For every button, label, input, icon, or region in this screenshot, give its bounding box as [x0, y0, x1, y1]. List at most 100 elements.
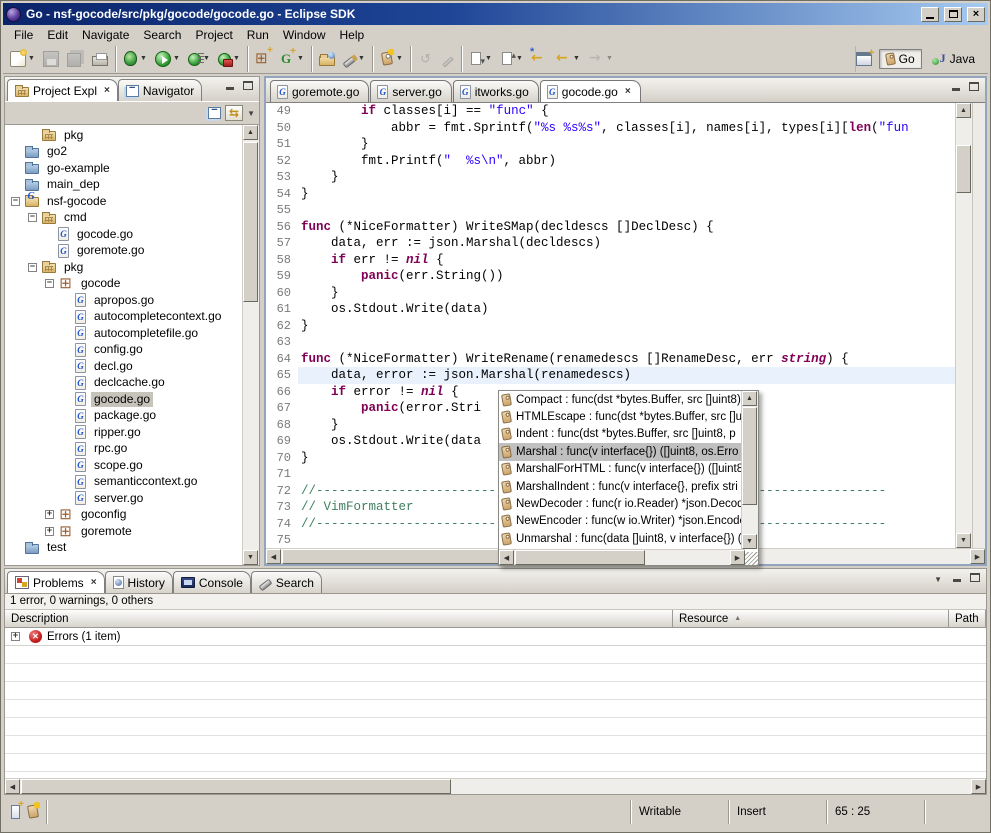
editor-tab-goremote-go[interactable]: goremote.go — [270, 80, 369, 102]
menu-navigate[interactable]: Navigate — [75, 26, 136, 44]
search-button[interactable]: ▼ — [339, 47, 369, 71]
open-resource-button[interactable] — [315, 47, 339, 71]
menu-file[interactable]: File — [7, 26, 40, 44]
tree-item-ripper-go[interactable]: ripper.go — [5, 424, 242, 441]
tree-item-main-dep[interactable]: main_dep — [5, 177, 242, 194]
previous-annotation-dropdown-icon[interactable]: ▼ — [516, 55, 523, 62]
new-go-application-button[interactable]: ▼ — [275, 47, 308, 71]
maximize-view-button[interactable] — [240, 79, 255, 92]
tree-item-go-example[interactable]: go-example — [5, 160, 242, 177]
view-tab-navigator[interactable]: Navigator — [118, 79, 202, 101]
external-tools-dropdown-icon[interactable]: ▼ — [233, 55, 240, 62]
column-description[interactable]: Description — [5, 610, 673, 628]
scroll-up-icon[interactable]: ▲ — [742, 391, 757, 406]
maximize-view-button[interactable] — [967, 571, 982, 584]
tree-item-decl-go[interactable]: decl.go — [5, 358, 242, 375]
expand-toggle[interactable]: + — [11, 632, 20, 641]
close-tab-icon[interactable]: × — [625, 87, 631, 97]
editor-tab-itworks-go[interactable]: itworks.go — [453, 80, 539, 102]
minimize-view-button[interactable] — [949, 571, 964, 584]
run-dropdown-icon[interactable]: ▼ — [173, 55, 180, 62]
scroll-left-icon[interactable]: ◀ — [5, 779, 20, 794]
perspective-go[interactable]: Go — [879, 49, 922, 69]
tree-item-declcache-go[interactable]: declcache.go — [5, 375, 242, 392]
tree-item-goremote-go[interactable]: goremote.go — [5, 243, 242, 260]
collapse-all-icon[interactable] — [208, 107, 221, 119]
menu-help[interactable]: Help — [333, 26, 372, 44]
scroll-left-icon[interactable]: ◀ — [266, 549, 281, 564]
tree-item-gocode-go[interactable]: gocode.go — [5, 226, 242, 243]
menu-project[interactable]: Project — [188, 26, 239, 44]
expand-toggle[interactable]: + — [45, 510, 54, 519]
tree-item-pkg[interactable]: −pkg — [5, 259, 242, 276]
menu-edit[interactable]: Edit — [40, 26, 75, 44]
scroll-down-icon[interactable]: ▼ — [742, 534, 757, 549]
next-annotation-button[interactable]: ▼ — [465, 47, 496, 71]
tree-item-goremote[interactable]: +goremote — [5, 523, 242, 540]
problems-horizontal-scrollbar[interactable]: ◀ ▶ — [5, 778, 986, 794]
scroll-right-icon[interactable]: ▶ — [970, 549, 985, 564]
scroll-down-icon[interactable]: ▼ — [243, 550, 258, 565]
tree-item-config-go[interactable]: config.go — [5, 342, 242, 359]
editor-tab-server-go[interactable]: server.go — [370, 80, 451, 102]
tree-item-gocode[interactable]: −gocode — [5, 276, 242, 293]
completion-item[interactable]: NewDecoder : func(r io.Reader) *json.Dec… — [499, 495, 741, 512]
expand-toggle[interactable]: + — [45, 527, 54, 536]
new-wizard-button[interactable]: ▼ — [6, 47, 39, 71]
last-edit-location-button[interactable] — [527, 47, 551, 71]
external-tools-button[interactable]: ▼ — [214, 47, 244, 71]
maximize-window-button[interactable] — [944, 7, 962, 22]
completion-item[interactable]: MarshalForHTML : func(v interface{}) ([]… — [499, 461, 741, 478]
tree-item-server-go[interactable]: server.go — [5, 490, 242, 507]
tree-item-gocode-go[interactable]: gocode.go — [5, 391, 242, 408]
scroll-right-icon[interactable]: ▶ — [971, 779, 986, 794]
popup-hscroll-thumb[interactable] — [515, 550, 645, 565]
open-task-button[interactable]: ▼ — [376, 47, 407, 71]
new-go-package-button[interactable] — [251, 47, 275, 71]
close-tab-icon[interactable]: × — [91, 578, 97, 588]
tree-item-semanticcontext-go[interactable]: semanticcontext.go — [5, 474, 242, 491]
run-history-dropdown-icon[interactable]: ▼ — [203, 55, 210, 62]
print-button[interactable] — [88, 47, 112, 71]
view-tab-project-expl[interactable]: Project Expl× — [7, 79, 118, 101]
table-row-errors[interactable]: + ✕ Errors (1 item) — [5, 628, 986, 646]
completion-item[interactable]: Marshal : func(v interface{}) ([]uint8, … — [499, 443, 741, 460]
tree-item-rpc-go[interactable]: rpc.go — [5, 441, 242, 458]
completion-item[interactable]: MarshalIndent : func(v interface{}, pref… — [499, 478, 741, 495]
view-menu-icon[interactable]: ▼ — [934, 575, 942, 584]
perspective-java[interactable]: Java — [925, 49, 982, 69]
close-window-button[interactable]: × — [967, 7, 985, 22]
run-history-button[interactable]: ▼ — [184, 47, 214, 71]
scroll-left-icon[interactable]: ◀ — [499, 550, 514, 565]
tree-scroll-thumb[interactable] — [243, 142, 258, 302]
open-perspective-icon[interactable] — [856, 52, 872, 66]
completion-item[interactable]: HTMLEscape : func(dst *bytes.Buffer, src… — [499, 408, 741, 425]
tree-item-apropos-go[interactable]: apropos.go — [5, 292, 242, 309]
popup-vertical-scrollbar[interactable]: ▲ ▼ — [741, 391, 758, 549]
collapse-toggle[interactable]: − — [11, 197, 20, 206]
scroll-down-icon[interactable]: ▼ — [956, 533, 971, 548]
open-task-dropdown-icon[interactable]: ▼ — [396, 55, 403, 62]
completion-item[interactable]: NewEncoder : func(w io.Writer) *json.Enc… — [499, 513, 741, 530]
scroll-up-icon[interactable]: ▲ — [243, 125, 258, 140]
tree-vertical-scrollbar[interactable]: ▲ ▼ — [242, 125, 259, 565]
popup-scroll-thumb[interactable] — [742, 407, 757, 505]
collapse-toggle[interactable]: − — [28, 213, 37, 222]
tree-item-cmd[interactable]: −cmd — [5, 210, 242, 227]
minimize-window-button[interactable] — [921, 7, 939, 22]
menu-window[interactable]: Window — [276, 26, 333, 44]
popup-horizontal-scrollbar[interactable]: ◀ ▶ — [499, 549, 745, 565]
tree-item-package-go[interactable]: package.go — [5, 408, 242, 425]
completion-item[interactable]: Compact : func(dst *bytes.Buffer, src []… — [499, 391, 741, 408]
collapse-toggle[interactable]: − — [45, 279, 54, 288]
scroll-right-icon[interactable]: ▶ — [730, 550, 745, 565]
fast-view-icon[interactable] — [11, 805, 20, 819]
tree-item-autocompletecontext-go[interactable]: autocompletecontext.go — [5, 309, 242, 326]
popup-resize-grip[interactable] — [745, 552, 758, 565]
tree-item-autocompletefile-go[interactable]: autocompletefile.go — [5, 325, 242, 342]
close-tab-icon[interactable]: × — [104, 86, 110, 96]
search-dropdown-icon[interactable]: ▼ — [358, 55, 365, 62]
task-tag-icon[interactable] — [27, 804, 39, 819]
tree-item-test[interactable]: test — [5, 540, 242, 557]
previous-annotation-button[interactable]: ▼ — [496, 47, 527, 71]
